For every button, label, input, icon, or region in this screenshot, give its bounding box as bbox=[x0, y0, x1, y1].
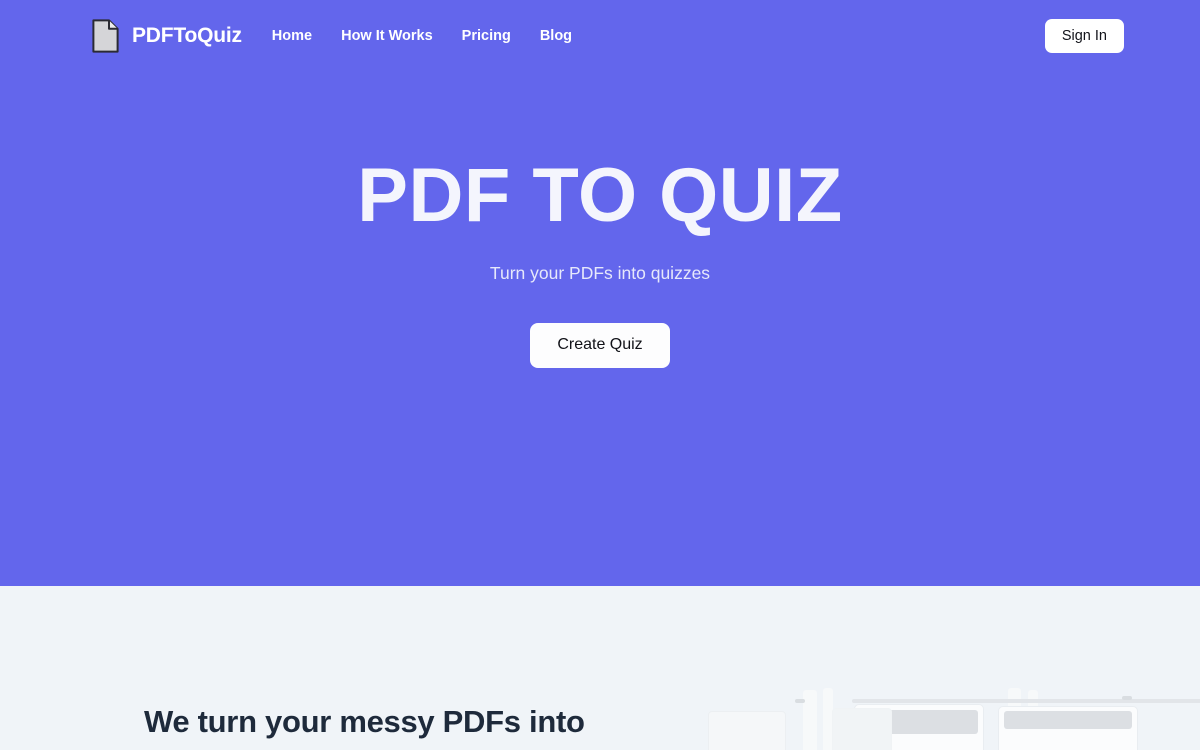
illustration-rule-right bbox=[1122, 696, 1132, 700]
features-section: We turn your messy PDFs into bbox=[0, 586, 1200, 750]
features-heading: We turn your messy PDFs into bbox=[144, 704, 585, 739]
illustration-sheet-center bbox=[832, 708, 892, 750]
document-cards-illustration bbox=[640, 666, 1200, 750]
hero-subtitle: Turn your PDFs into quizzes bbox=[489, 263, 711, 284]
illustration-card-right-header bbox=[1004, 711, 1132, 729]
illustration-sheet-left bbox=[708, 711, 786, 750]
illustration-column-1 bbox=[803, 690, 817, 750]
create-quiz-button[interactable]: Create Quiz bbox=[530, 323, 670, 368]
illustration-rule-top bbox=[852, 699, 1200, 703]
hero-title: PDF TO QUIZ bbox=[357, 153, 843, 239]
hero-section: PDFToQuiz Home How It Works Pricing Blog… bbox=[0, 0, 1200, 586]
hero-content: PDF TO QUIZ Turn your PDFs into quizzes … bbox=[0, 0, 1200, 586]
landing-page: PDFToQuiz Home How It Works Pricing Blog… bbox=[0, 0, 1200, 750]
illustration-rule-left bbox=[795, 699, 805, 703]
